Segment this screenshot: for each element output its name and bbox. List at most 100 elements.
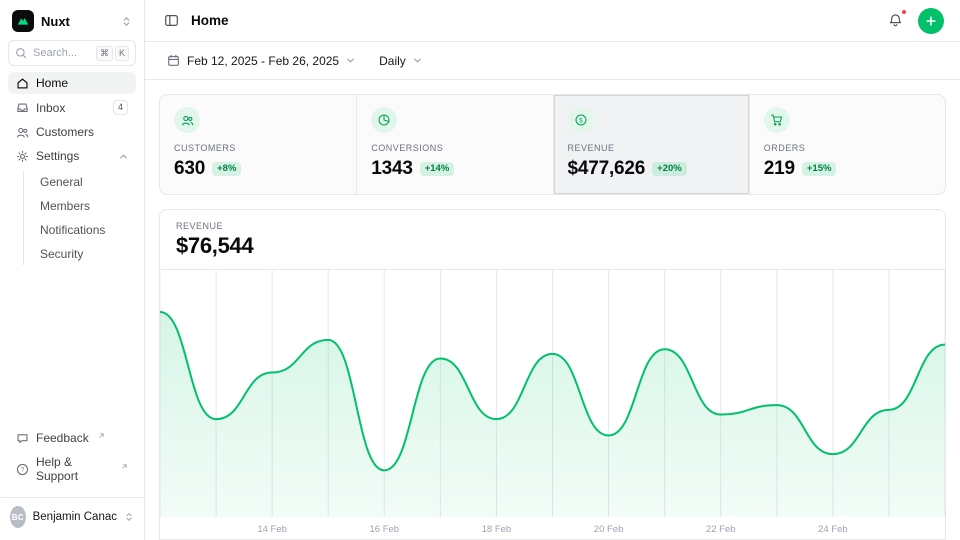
sidebar-item-label: Inbox [36,101,65,115]
stat-value: 630 [174,158,205,180]
chart-header: REVENUE $76,544 [160,210,945,270]
search-placeholder: Search... [33,47,77,59]
search-input[interactable]: Search... ⌘ K [8,40,136,66]
avatar: BC [10,506,26,528]
svg-text:24 Feb: 24 Feb [818,524,848,535]
kbd-k: K [115,46,129,61]
feedback-link[interactable]: Feedback [8,427,136,449]
stat-card-orders[interactable]: ORDERS 219 +15% [749,95,945,194]
chart-metric-value: $76,544 [176,233,929,259]
sidebar-item-label: Help & Support [36,455,112,483]
sidebar-nav: Home Inbox 4 Customers Settings [8,72,136,265]
sidebar-item-notifications[interactable]: Notifications [34,219,136,241]
svg-text:22 Feb: 22 Feb [706,524,736,535]
svg-text:?: ? [21,466,25,473]
svg-text:14 Feb: 14 Feb [257,524,287,535]
inbox-icon [16,101,29,114]
users-icon [16,126,29,139]
stats-row: CUSTOMERS 630 +8% CONVERSIONS 1343 +14% [159,94,946,195]
nuxt-logo [12,10,34,32]
help-circle-icon: ? [16,463,29,476]
brand-row: Nuxt [8,8,136,34]
stat-value: 1343 [371,158,412,180]
kbd-cmd: ⌘ [96,46,113,61]
date-range-label: Feb 12, 2025 - Feb 26, 2025 [187,54,339,68]
settings-subnav: General Members Notifications Security [23,171,136,265]
stat-label: ORDERS [764,143,931,153]
period-label: Daily [379,54,406,68]
home-icon [16,77,29,90]
dollar-circle-icon: $ [568,107,594,133]
chevron-down-icon [413,56,422,65]
chevron-down-icon [346,56,355,65]
sidebar-item-security[interactable]: Security [34,243,136,265]
chevron-select-icon [124,512,134,522]
sidebar-spacer [8,271,136,421]
workspace-switcher-icon[interactable] [119,14,134,29]
stat-card-revenue[interactable]: $ REVENUE $477,626 +20% [553,95,749,194]
sidebar-item-members[interactable]: Members [34,195,136,217]
user-menu[interactable]: BC Benjamin Canac [0,497,144,532]
sidebar-item-inbox[interactable]: Inbox 4 [8,96,136,119]
sidebar-item-home[interactable]: Home [8,72,136,94]
app-root: Nuxt Search... ⌘ K Home [0,0,960,540]
sidebar-item-label: Home [36,76,68,90]
external-link-icon [121,463,128,470]
gear-icon [16,150,29,163]
calendar-icon [167,54,180,67]
main-area: Home Feb 12, 2025 - Feb 26, 2025 [145,0,960,540]
users-icon [174,107,200,133]
search-icon [15,47,27,59]
add-button[interactable] [918,8,944,34]
stat-value: 219 [764,158,795,180]
stat-delta-badge: +8% [212,162,241,177]
search-shortcut: ⌘ K [96,46,129,61]
sidebar-item-label: Feedback [36,431,89,445]
revenue-chart-card: REVENUE $76,544 14 Feb 16 Feb 18 Feb 20 Feb… [159,209,946,540]
sidebar-item-label: Notifications [40,223,105,237]
revenue-chart[interactable]: 14 Feb 16 Feb 18 Feb 20 Feb 22 Feb 24 Feb [160,270,945,539]
sidebar-item-label: Security [40,247,83,261]
inbox-count-badge: 4 [113,100,128,115]
header-actions [885,8,944,34]
brand-name: Nuxt [41,14,70,29]
help-support-link[interactable]: ? Help & Support [8,451,136,487]
external-link-icon [98,432,105,439]
stat-delta-badge: +20% [652,162,687,177]
filter-toolbar: Feb 12, 2025 - Feb 26, 2025 Daily [145,42,960,80]
stat-label: REVENUE [568,143,735,153]
svg-text:18 Feb: 18 Feb [482,524,512,535]
svg-text:16 Feb: 16 Feb [369,524,399,535]
shopping-cart-icon [764,107,790,133]
sidebar-footer: Feedback ? Help & Support [8,427,136,487]
sidebar-item-settings[interactable]: Settings [8,145,136,167]
date-range-picker[interactable]: Feb 12, 2025 - Feb 26, 2025 [159,49,363,73]
stat-label: CUSTOMERS [174,143,342,153]
svg-text:$: $ [579,117,583,124]
page-header: Home [145,0,960,42]
sidebar-item-label: Members [40,199,90,213]
stat-delta-badge: +15% [802,162,837,177]
notification-dot [901,9,907,15]
stat-label: CONVERSIONS [371,143,538,153]
stat-card-customers[interactable]: CUSTOMERS 630 +8% [160,95,356,194]
dashboard-content: CUSTOMERS 630 +8% CONVERSIONS 1343 +14% [145,80,960,540]
message-icon [16,432,29,445]
stat-value: $477,626 [568,158,646,180]
sidebar-item-general[interactable]: General [34,171,136,193]
user-name: Benjamin Canac [33,511,117,523]
sidebar-item-label: General [40,175,83,189]
chart-metric-label: REVENUE [176,221,929,231]
svg-text:20 Feb: 20 Feb [594,524,624,535]
period-select[interactable]: Daily [371,49,430,73]
stat-delta-badge: +14% [420,162,455,177]
chevron-up-icon [119,152,128,161]
sidebar-item-label: Settings [36,149,79,163]
chart-pie-icon [371,107,397,133]
notifications-button[interactable] [885,10,906,31]
sidebar-item-customers[interactable]: Customers [8,121,136,143]
collapse-panel-button[interactable] [161,10,182,31]
stat-card-conversions[interactable]: CONVERSIONS 1343 +14% [356,95,552,194]
page-title: Home [191,13,229,28]
sidebar: Nuxt Search... ⌘ K Home [0,0,145,540]
